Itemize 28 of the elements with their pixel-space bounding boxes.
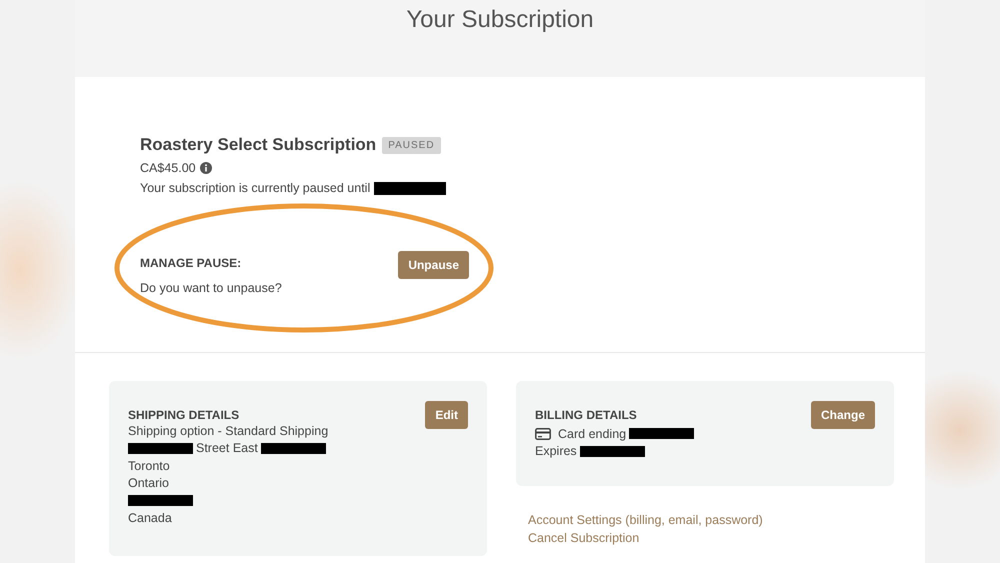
- page-title: Your Subscription: [406, 6, 594, 35]
- section-heading: SHIPPING DETAILS: [128, 408, 240, 422]
- detail-text: Your subscription is currently paused until: [140, 181, 370, 195]
- redaction-bar: [580, 446, 645, 457]
- info-icon[interactable]: [200, 162, 212, 174]
- section-heading: BILLING DETAILS: [535, 408, 637, 422]
- status-badge: PAUSED: [382, 136, 441, 154]
- detail-text: Expires: [535, 444, 577, 458]
- redaction-bar: [260, 442, 326, 454]
- manage-pause-label: MANAGE PAUSE:: [140, 256, 242, 270]
- detail-text: Street East: [196, 441, 258, 456]
- price-text: CA$45.00: [140, 161, 196, 175]
- detail-text: Card ending: [558, 426, 626, 441]
- unpause-button[interactable]: Unpause: [398, 251, 469, 279]
- unpause-question: Do you want to unpause?: [140, 281, 282, 295]
- subscription-name: Roastery Select Subscription: [140, 135, 376, 155]
- detail-text: Toronto: [128, 458, 170, 473]
- redaction-bar: [629, 428, 694, 440]
- text-link[interactable]: Account Settings (billing, email, password): [528, 513, 894, 527]
- detail-text: Ontario: [128, 476, 169, 490]
- detail-text: Shipping option - Standard Shipping: [128, 424, 328, 438]
- credit-card-icon: [535, 428, 551, 440]
- detail-text: Canada: [128, 511, 172, 526]
- edit-button[interactable]: Edit: [425, 401, 468, 429]
- text-link[interactable]: Cancel Subscription: [528, 531, 894, 545]
- change-button[interactable]: Change: [810, 401, 875, 429]
- redaction-bar: [128, 495, 193, 506]
- redaction-bar: [128, 442, 193, 454]
